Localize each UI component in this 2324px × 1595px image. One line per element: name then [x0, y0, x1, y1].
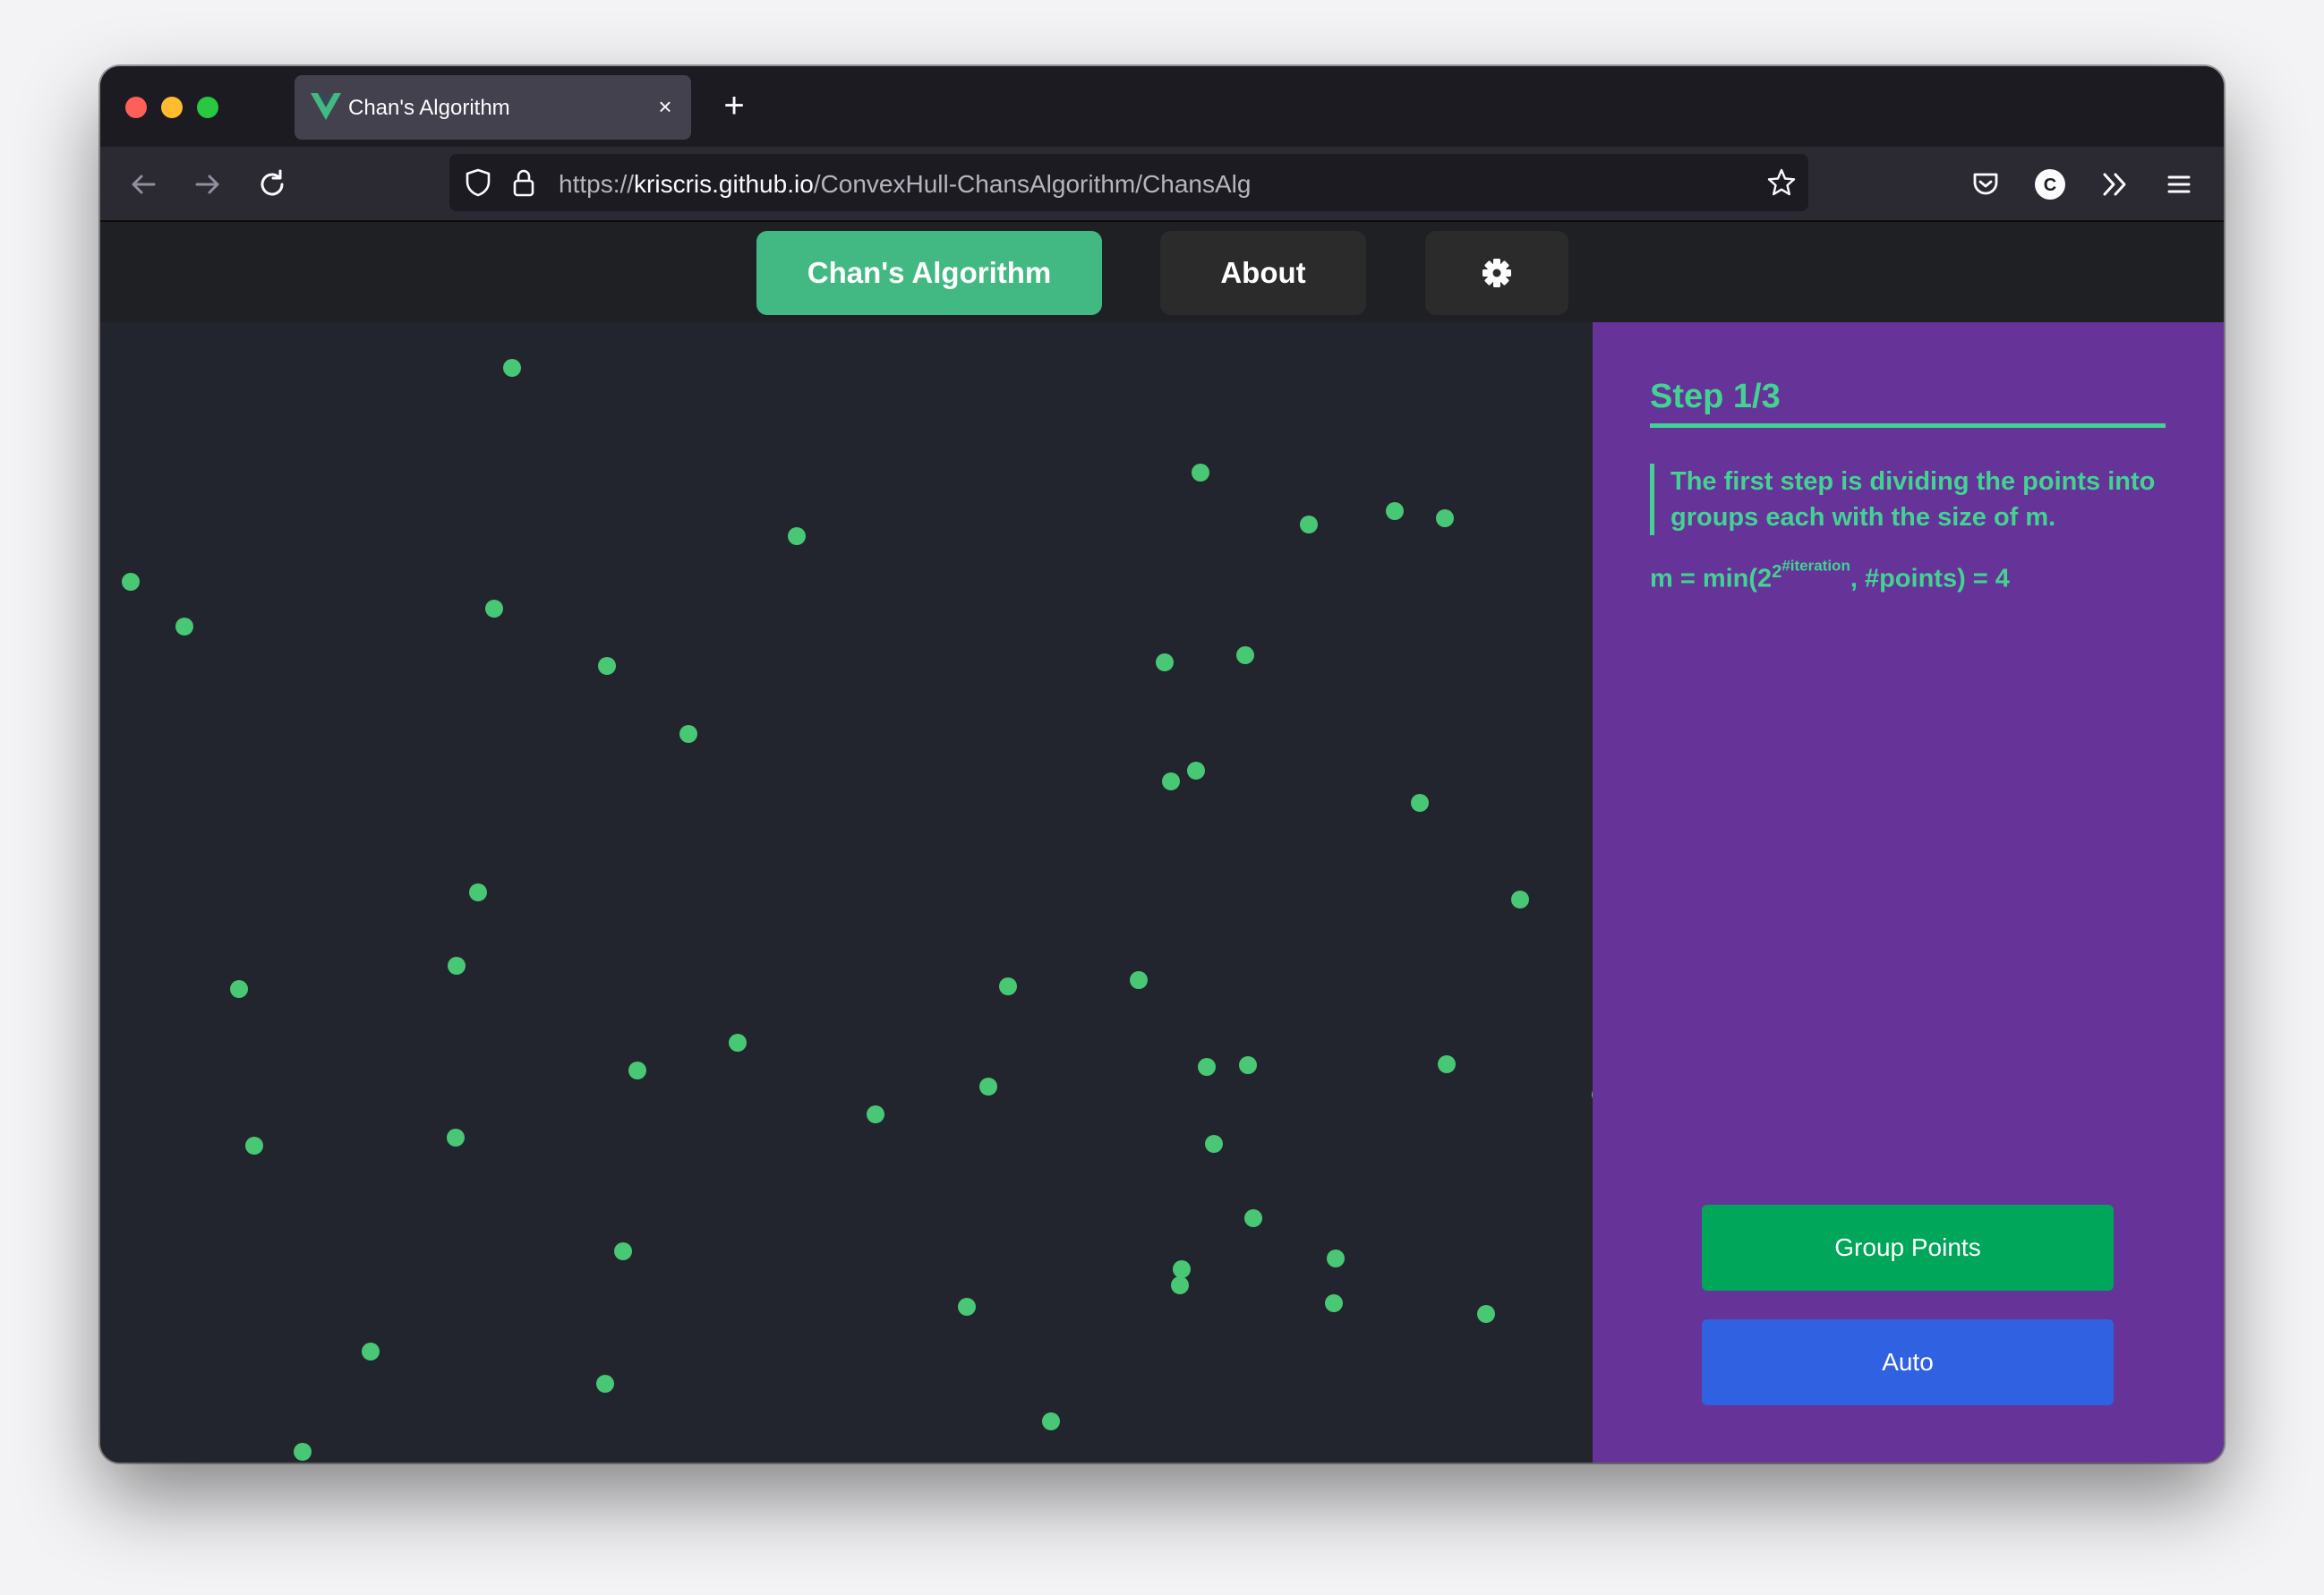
formula-prefix: m = min(2 [1650, 564, 1773, 593]
point-35[interactable] [447, 1129, 465, 1147]
minimize-window-button[interactable] [161, 97, 183, 118]
m-formula: m = min(22#iteration, #points) = 4 [1650, 557, 2010, 593]
point-46[interactable] [362, 1343, 380, 1360]
point-31[interactable] [979, 1078, 997, 1096]
point-21[interactable] [1511, 891, 1529, 908]
point-40[interactable] [1327, 1250, 1345, 1267]
account-icon[interactable]: C [2030, 165, 2070, 204]
svg-text:C: C [2044, 175, 2056, 195]
point-26[interactable] [729, 1034, 747, 1052]
pocket-icon[interactable] [1968, 166, 2004, 202]
point-49[interactable] [1042, 1412, 1060, 1430]
point-50[interactable] [294, 1443, 312, 1461]
point-42[interactable] [1171, 1276, 1189, 1294]
point-4[interactable] [1300, 516, 1318, 533]
point-29[interactable] [1438, 1055, 1456, 1073]
point-10[interactable] [485, 600, 503, 618]
navigation-bar: https://kriscris.github.io/ConvexHull-Ch… [100, 147, 2224, 222]
step-description: The first step is dividing the points in… [1650, 464, 2161, 535]
point-9[interactable] [175, 618, 193, 635]
point-30[interactable] [628, 1062, 646, 1079]
forward-arrow-icon[interactable] [190, 166, 226, 202]
point-47[interactable] [596, 1375, 614, 1393]
point-45[interactable] [1477, 1305, 1495, 1323]
point-1[interactable] [503, 359, 521, 377]
point-27[interactable] [1198, 1058, 1216, 1076]
point-28[interactable] [1239, 1056, 1257, 1074]
point-24[interactable] [999, 977, 1017, 995]
point-38[interactable] [1244, 1209, 1262, 1227]
point-5[interactable] [1386, 502, 1404, 520]
chans-algorithm-nav-button[interactable]: Chan's Algorithm [756, 231, 1102, 315]
auto-button[interactable]: Auto [1702, 1319, 2114, 1405]
lock-icon[interactable] [508, 166, 539, 199]
point-8[interactable] [122, 573, 140, 591]
formula-suffix: , #points) = 4 [1850, 564, 2010, 593]
group-points-button[interactable]: Group Points [1702, 1205, 2114, 1291]
app-header: Chan's Algorithm About [100, 222, 2224, 322]
point-44[interactable] [958, 1298, 976, 1316]
close-window-button[interactable] [125, 97, 147, 118]
point-34[interactable] [245, 1137, 263, 1155]
point-36[interactable] [1205, 1135, 1223, 1153]
point-6[interactable] [1436, 509, 1454, 527]
bookmark-star-icon[interactable] [1765, 166, 1798, 199]
address-bar[interactable]: https://kriscris.github.io/ConvexHull-Ch… [449, 154, 1808, 211]
step-panel: Step 1/3 The first step is dividing the … [1593, 322, 2224, 1463]
point-16[interactable] [1162, 772, 1180, 790]
settings-button[interactable] [1425, 231, 1568, 315]
shield-icon[interactable] [462, 166, 494, 199]
point-11[interactable] [598, 657, 616, 675]
point-23[interactable] [448, 957, 466, 975]
formula-exponent: #iteration [1781, 557, 1850, 574]
browser-tab[interactable]: Chan's Algorithm × [295, 75, 691, 140]
point-17[interactable] [1187, 762, 1205, 780]
point-12[interactable] [1156, 653, 1174, 671]
point-22[interactable] [230, 980, 248, 998]
points-canvas[interactable] [100, 322, 1593, 1463]
url-text[interactable]: https://kriscris.github.io/ConvexHull-Ch… [559, 170, 1251, 199]
point-39[interactable] [614, 1242, 632, 1260]
new-tab-button[interactable]: + [716, 88, 752, 124]
point-41[interactable] [1173, 1260, 1191, 1278]
overflow-chevrons-icon[interactable] [2097, 166, 2132, 202]
point-43[interactable] [1325, 1294, 1343, 1312]
back-arrow-icon[interactable] [125, 166, 161, 202]
point-32[interactable] [867, 1105, 884, 1123]
about-nav-button[interactable]: About [1160, 231, 1366, 315]
point-13[interactable] [1236, 646, 1254, 664]
point-25[interactable] [1130, 971, 1148, 989]
url-path: /ConvexHull-ChansAlgorithm/ChansAlg [813, 170, 1252, 198]
point-15[interactable] [679, 725, 697, 743]
points-plot[interactable] [100, 322, 1593, 1463]
browser-window: Chan's Algorithm × + https://kriscris.gi… [100, 66, 2224, 1463]
point-2[interactable] [1192, 464, 1209, 482]
formula-base-two: 2 [1772, 561, 1782, 582]
reload-icon[interactable] [254, 166, 290, 202]
point-18[interactable] [1411, 794, 1429, 812]
hamburger-menu-icon[interactable] [2161, 166, 2197, 202]
tab-close-icon[interactable]: × [652, 91, 679, 122]
step-title: Step 1/3 [1650, 378, 2166, 428]
url-scheme: https:// [559, 170, 635, 198]
point-7[interactable] [788, 527, 806, 545]
tab-title: Chan's Algorithm [348, 96, 510, 120]
point-20[interactable] [469, 883, 487, 901]
url-host: kriscris.github.io [634, 170, 814, 198]
title-bar: Chan's Algorithm × + [100, 66, 2224, 147]
gear-icon [1482, 259, 1511, 287]
zoom-window-button[interactable] [197, 97, 218, 118]
vue-logo-icon [311, 93, 341, 120]
